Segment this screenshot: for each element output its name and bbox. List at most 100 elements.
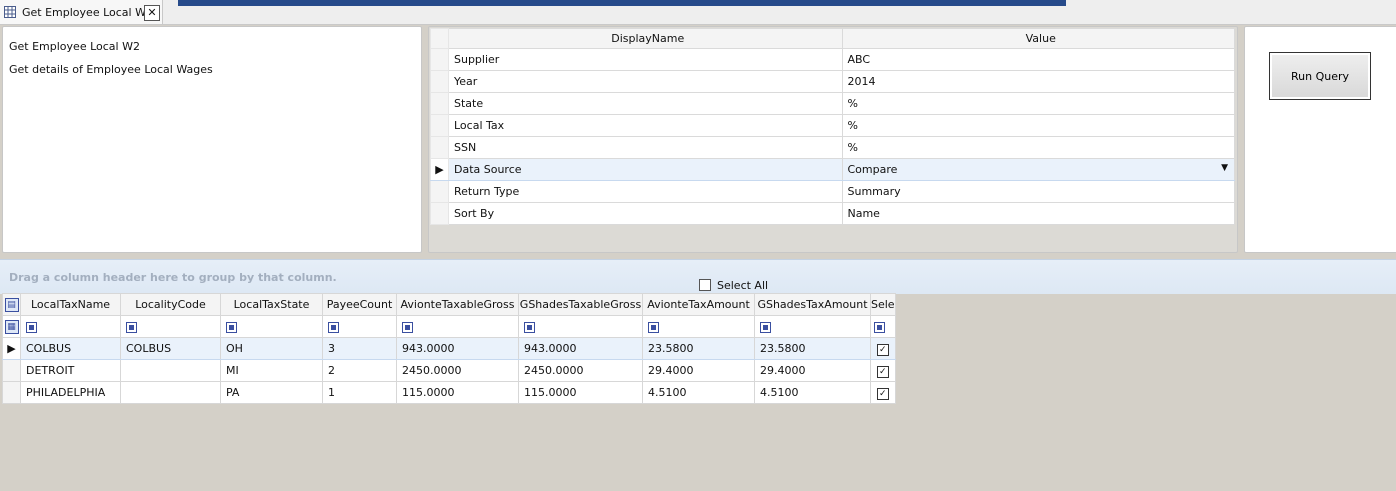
column-header-gshadestaxamount[interactable]: GShadesTaxAmount bbox=[754, 293, 871, 316]
tab-get-employee-local-w2[interactable]: Get Employee Local W2 ✕ bbox=[0, 0, 163, 24]
cell-aviontetaxablegross[interactable]: 943.0000 bbox=[396, 337, 519, 360]
param-row-supplier[interactable]: Supplier ABC bbox=[430, 48, 1235, 71]
param-row-year[interactable]: Year 2014 bbox=[430, 70, 1235, 93]
param-value-return-type[interactable]: Summary bbox=[841, 180, 1235, 203]
cell-gshadestaxamount[interactable]: 29.4000 bbox=[754, 359, 871, 382]
close-icon[interactable]: ✕ bbox=[144, 5, 160, 21]
column-header-displayname[interactable]: DisplayName bbox=[447, 28, 843, 49]
group-by-panel[interactable]: Drag a column header here to group by th… bbox=[0, 259, 1396, 294]
column-header-select[interactable]: Sele bbox=[870, 293, 896, 316]
cell-localtaxname[interactable]: DETROIT bbox=[20, 359, 121, 382]
cell-aviontetaxamount[interactable]: 4.5100 bbox=[642, 381, 755, 404]
filter-cell[interactable] bbox=[220, 315, 323, 338]
cell-localitycode[interactable] bbox=[120, 359, 221, 382]
cell-gshadestaxablegross[interactable]: 115.0000 bbox=[518, 381, 643, 404]
filter-cell[interactable] bbox=[322, 315, 397, 338]
cell-localtaxstate[interactable]: PA bbox=[220, 381, 323, 404]
header-indicator bbox=[430, 28, 449, 49]
cell-gshadestaxamount[interactable]: 23.5800 bbox=[754, 337, 871, 360]
param-value-local-tax[interactable]: % bbox=[841, 114, 1235, 137]
row-indicator bbox=[430, 114, 449, 137]
cell-localitycode[interactable] bbox=[120, 381, 221, 404]
column-header-localtaxname[interactable]: LocalTaxName bbox=[20, 293, 121, 316]
row-indicator bbox=[430, 70, 449, 93]
cell-payeecount[interactable]: 2 bbox=[322, 359, 397, 382]
param-name: SSN bbox=[447, 136, 843, 159]
param-name: State bbox=[447, 92, 843, 115]
filter-cell[interactable] bbox=[870, 315, 896, 338]
param-row-state[interactable]: State% bbox=[430, 92, 1235, 115]
filter-icon[interactable] bbox=[648, 321, 659, 333]
param-row-local-tax[interactable]: Local Tax% bbox=[430, 114, 1235, 137]
cell-payeecount[interactable]: 1 bbox=[322, 381, 397, 404]
filter-cell[interactable] bbox=[120, 315, 221, 338]
cell-aviontetaxamount[interactable]: 23.5800 bbox=[642, 337, 755, 360]
filter-icon[interactable] bbox=[26, 321, 37, 333]
run-query-button[interactable]: Run Query bbox=[1269, 52, 1371, 100]
filter-icon[interactable] bbox=[760, 321, 771, 333]
column-header-localitycode[interactable]: LocalityCode bbox=[120, 293, 221, 316]
param-name: Supplier bbox=[447, 48, 843, 71]
cell-aviontetaxablegross[interactable]: 2450.0000 bbox=[396, 359, 519, 382]
column-header-aviontetaxablegross[interactable]: AvionteTaxableGross bbox=[396, 293, 519, 316]
select-all-box[interactable] bbox=[699, 279, 711, 291]
filter-icon[interactable] bbox=[402, 321, 413, 333]
filter-icon[interactable] bbox=[874, 321, 885, 333]
column-chooser-icon[interactable]: ▤ bbox=[2, 293, 21, 316]
row-select-checkbox[interactable]: ✓ bbox=[876, 365, 889, 378]
param-value-year[interactable]: 2014 bbox=[841, 70, 1235, 93]
column-header-value[interactable]: Value bbox=[841, 28, 1235, 49]
param-row-sort-by[interactable]: Sort By Name bbox=[430, 202, 1235, 225]
param-value-supplier[interactable]: ABC bbox=[841, 48, 1235, 71]
select-all-label: Select All bbox=[717, 279, 769, 292]
filter-icon[interactable] bbox=[226, 321, 237, 333]
param-value-sort-by[interactable]: Name bbox=[841, 202, 1235, 225]
table-row[interactable]: PHILADELPHIA PA 1 115.0000 115.0000 4.51… bbox=[2, 381, 896, 404]
param-row-return-type[interactable]: Return Type Summary bbox=[430, 180, 1235, 203]
filter-cell[interactable] bbox=[754, 315, 871, 338]
param-row-ssn[interactable]: SSN% bbox=[430, 136, 1235, 159]
cell-aviontetaxablegross[interactable]: 115.0000 bbox=[396, 381, 519, 404]
chevron-down-icon[interactable]: ▼ bbox=[1221, 163, 1228, 173]
table-row[interactable]: ▶ COLBUS COLBUS OH 3 943.0000 943.0000 2… bbox=[2, 337, 896, 360]
column-header-payeecount[interactable]: PayeeCount bbox=[322, 293, 397, 316]
column-header-localtaxstate[interactable]: LocalTaxState bbox=[220, 293, 323, 316]
filter-icon[interactable] bbox=[126, 321, 137, 333]
cell-localtaxname[interactable]: COLBUS bbox=[20, 337, 121, 360]
param-value-state[interactable]: % bbox=[841, 92, 1235, 115]
filter-cell[interactable] bbox=[20, 315, 121, 338]
param-value-data-source[interactable]: Compare ▼ bbox=[841, 158, 1235, 181]
cell-localtaxstate[interactable]: OH bbox=[220, 337, 323, 360]
query-title: Get Employee Local W2 bbox=[9, 40, 140, 53]
cell-select[interactable]: ✓ bbox=[870, 337, 896, 360]
column-header-gshadestaxablegross[interactable]: GShadesTaxableGross bbox=[518, 293, 643, 316]
table-row[interactable]: DETROIT MI 2 2450.0000 2450.0000 29.4000… bbox=[2, 359, 896, 382]
select-all-checkbox[interactable]: Select All bbox=[699, 279, 768, 292]
row-select-checkbox[interactable]: ✓ bbox=[876, 387, 889, 400]
cell-aviontetaxamount[interactable]: 29.4000 bbox=[642, 359, 755, 382]
parameters-grid: DisplayName Value Supplier ABC Year 2014 S… bbox=[428, 26, 1238, 253]
cell-select[interactable]: ✓ bbox=[870, 381, 896, 404]
filter-cell[interactable] bbox=[642, 315, 755, 338]
results-grid: ▤ LocalTaxName LocalityCode LocalTaxStat… bbox=[2, 293, 896, 404]
cell-localtaxstate[interactable]: MI bbox=[220, 359, 323, 382]
column-header-aviontetaxamount[interactable]: AvionteTaxAmount bbox=[642, 293, 755, 316]
param-value-ssn[interactable]: % bbox=[841, 136, 1235, 159]
filter-icon[interactable] bbox=[524, 321, 535, 333]
document-tab-strip: Get Employee Local W2 ✕ bbox=[0, 0, 1396, 25]
filter-cell[interactable] bbox=[396, 315, 519, 338]
cell-gshadestaxablegross[interactable]: 2450.0000 bbox=[518, 359, 643, 382]
row-select-checkbox[interactable]: ✓ bbox=[876, 343, 889, 356]
param-row-data-source[interactable]: ▶ Data Source Compare ▼ bbox=[430, 158, 1235, 181]
cell-localtaxname[interactable]: PHILADELPHIA bbox=[20, 381, 121, 404]
row-indicator bbox=[2, 359, 21, 382]
cell-gshadestaxablegross[interactable]: 943.0000 bbox=[518, 337, 643, 360]
cell-select[interactable]: ✓ bbox=[870, 359, 896, 382]
cell-localitycode[interactable]: COLBUS bbox=[120, 337, 221, 360]
cell-payeecount[interactable]: 3 bbox=[322, 337, 397, 360]
clear-filter-icon[interactable]: ▦ bbox=[2, 315, 21, 338]
filter-icon[interactable] bbox=[328, 321, 339, 333]
cell-gshadestaxamount[interactable]: 4.5100 bbox=[754, 381, 871, 404]
param-name: Sort By bbox=[447, 202, 843, 225]
filter-cell[interactable] bbox=[518, 315, 643, 338]
